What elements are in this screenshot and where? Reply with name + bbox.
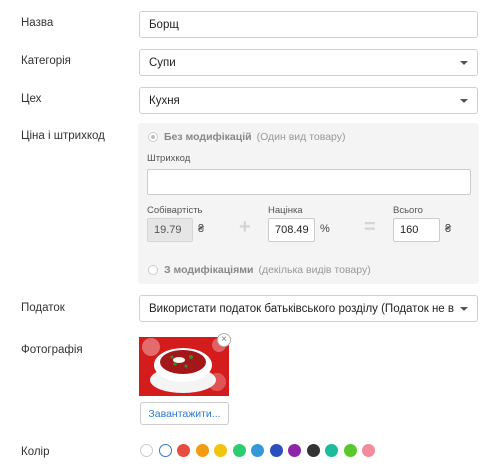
no-modifications-hint: (Один вид товару) — [256, 131, 346, 143]
total-value: 160 — [400, 224, 419, 236]
price-label: Ціна і штрихкод — [21, 130, 105, 142]
color-swatch[interactable] — [269, 444, 283, 457]
name-input[interactable]: Борщ — [139, 11, 478, 38]
chevron-down-icon — [460, 98, 468, 103]
product-photo — [139, 337, 229, 396]
barcode-input[interactable] — [147, 169, 471, 195]
tax-select-value: Використати податок батьківського розділ… — [149, 302, 454, 315]
workshop-label: Цех — [21, 93, 42, 105]
category-select[interactable]: Супи — [139, 49, 478, 76]
category-label: Категорія — [21, 55, 71, 67]
remove-photo-icon[interactable]: × — [217, 333, 231, 347]
name-input-value: Борщ — [149, 18, 179, 31]
equals-sign: = — [364, 216, 376, 238]
markup-input[interactable]: 708.49 — [268, 218, 315, 242]
borscht-image — [139, 337, 229, 396]
color-label: Колір — [21, 446, 50, 458]
currency-symbol: ₴ — [198, 223, 205, 235]
with-modifications-hint: (декілька видів товару) — [258, 264, 371, 276]
cost-label: Собівартість — [147, 205, 203, 216]
with-modifications-option[interactable]: З модифікаціями (декілька видів товару) — [148, 264, 371, 276]
radio-checked-icon[interactable] — [148, 132, 158, 142]
total-label: Всього — [393, 205, 423, 216]
markup-label: Націнка — [268, 205, 303, 216]
cost-field: 19.79 — [147, 218, 193, 242]
tax-select[interactable]: Використати податок батьківського розділ… — [139, 295, 478, 322]
color-swatch[interactable] — [232, 444, 246, 457]
radio-unchecked-icon[interactable] — [148, 265, 158, 275]
photo-label: Фотографія — [21, 344, 83, 356]
upload-button[interactable]: Завантажити... — [140, 402, 229, 425]
percent-symbol: % — [320, 223, 330, 235]
color-swatch[interactable] — [177, 444, 190, 457]
currency-symbol: ₴ — [445, 223, 452, 235]
barcode-label: Штрихкод — [147, 153, 191, 164]
price-panel: Без модифікацій (Один вид товару) Штрихк… — [138, 123, 479, 284]
color-swatch[interactable] — [362, 444, 375, 457]
color-swatch[interactable] — [195, 444, 209, 457]
markup-value: 708.49 — [275, 224, 309, 236]
no-modifications-label: Без модифікацій — [164, 131, 252, 143]
cost-value: 19.79 — [154, 224, 182, 236]
color-swatches — [140, 444, 375, 457]
color-swatch[interactable] — [306, 444, 320, 457]
no-modifications-option[interactable]: Без модифікацій (Один вид товару) — [148, 131, 346, 143]
color-swatch[interactable] — [251, 444, 264, 457]
name-label: Назва — [21, 17, 54, 29]
color-swatch[interactable] — [325, 444, 338, 457]
color-swatch[interactable] — [158, 444, 172, 457]
workshop-select-value: Кухня — [149, 94, 180, 107]
color-swatch[interactable] — [214, 444, 227, 457]
chevron-down-icon — [460, 306, 468, 311]
plus-sign: + — [239, 216, 251, 238]
chevron-down-icon — [460, 60, 468, 65]
color-swatch[interactable] — [140, 444, 153, 457]
tax-label: Податок — [21, 302, 65, 314]
color-swatch[interactable] — [288, 444, 301, 457]
color-swatch[interactable] — [343, 444, 357, 457]
total-input[interactable]: 160 — [393, 218, 440, 242]
workshop-select[interactable]: Кухня — [139, 87, 478, 114]
with-modifications-label: З модифікаціями — [164, 264, 254, 276]
category-select-value: Супи — [149, 56, 176, 69]
